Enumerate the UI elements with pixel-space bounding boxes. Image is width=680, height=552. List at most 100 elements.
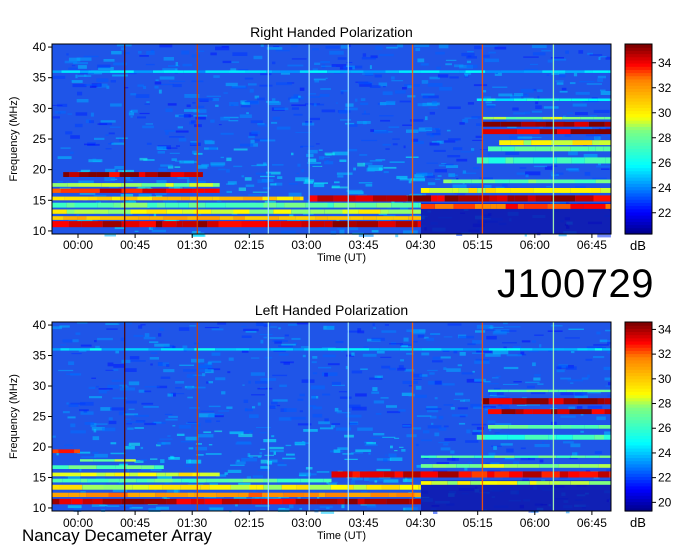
emission-band-segment	[557, 409, 570, 415]
emission-band-segment	[102, 221, 122, 228]
emission-band-segment	[327, 348, 347, 351]
emission-band-segment	[52, 348, 61, 351]
emission-band-segment	[548, 434, 557, 440]
emission-band-segment	[187, 492, 195, 497]
emission-band-segment	[176, 221, 183, 228]
emission-band-segment	[589, 481, 611, 485]
emission-band-segment	[605, 157, 611, 164]
y-tick-label: 15	[33, 193, 47, 207]
emission-band-segment	[436, 455, 453, 458]
emission-band-segment	[506, 348, 521, 351]
emission-band-segment	[600, 188, 611, 193]
emission-band-segment	[565, 70, 585, 73]
emission-band-segment	[494, 471, 509, 478]
emission-band-segment	[508, 425, 528, 429]
emission-band-segment	[512, 398, 527, 405]
emission-band-segment	[347, 492, 371, 497]
emission-band-segment	[346, 348, 370, 351]
emission-band-segment	[332, 221, 349, 228]
emission-band-segment	[435, 204, 454, 209]
emission-band-segment	[102, 498, 122, 505]
emission-band-segment	[551, 409, 558, 415]
emission-band-segment	[457, 481, 471, 485]
emission-band-segment	[136, 478, 147, 483]
emission-band-segment	[152, 196, 168, 201]
emission-band-segment	[369, 348, 380, 351]
emission-band-segment	[182, 221, 199, 228]
emission-band-segment	[243, 478, 263, 483]
emission-band-segment	[451, 179, 472, 184]
emission-band-segment	[273, 209, 292, 214]
emission-band-segment	[80, 459, 94, 462]
emission-band-segment	[551, 195, 575, 202]
emission-band-segment	[598, 464, 611, 468]
emission-band-segment	[315, 216, 328, 220]
emission-band-segment	[178, 202, 189, 208]
x-tick-label: 00:00	[63, 238, 93, 252]
emission-band-segment	[376, 202, 392, 208]
emission-band-segment	[379, 348, 400, 351]
emission-band-segment	[420, 464, 433, 468]
emission-band-segment	[249, 348, 271, 351]
emission-band-segment	[536, 179, 552, 184]
emission-band-segment	[441, 348, 464, 351]
emission-band-segment	[318, 492, 326, 497]
emission-band-segment	[488, 425, 509, 429]
emission-band-segment	[304, 348, 328, 351]
x-tick-label: 03:45	[348, 516, 378, 530]
emission-band-segment	[68, 221, 82, 228]
emission-band-segment	[68, 492, 80, 497]
emission-band-segment	[443, 179, 452, 184]
emission-band-segment	[453, 204, 476, 209]
emission-band-segment	[127, 492, 140, 497]
emission-band-segment	[535, 121, 546, 127]
emission-band-segment	[126, 478, 137, 483]
emission-band-segment	[225, 202, 248, 208]
emission-band-segment	[310, 209, 325, 214]
emission-band-segment	[398, 70, 421, 73]
emission-band-segment	[517, 481, 530, 485]
x-tick-label: 06:00	[520, 516, 550, 530]
emission-band-segment	[594, 434, 604, 440]
emission-band-segment	[176, 498, 191, 505]
emission-band-segment	[471, 179, 495, 184]
emission-band-segment	[507, 195, 515, 202]
emission-band-segment	[575, 195, 594, 202]
emission-band-segment	[420, 481, 432, 485]
emission-band-segment	[385, 70, 399, 73]
emission-band-segment	[482, 121, 501, 127]
emission-band-segment	[463, 348, 480, 351]
emission-band-segment	[219, 196, 244, 201]
emission-band-segment	[510, 140, 524, 146]
emission-band-segment	[221, 498, 240, 505]
emission-band-segment	[59, 484, 83, 490]
emission-band-segment	[278, 216, 296, 220]
emission-band-segment	[193, 209, 212, 214]
emission-band-segment	[556, 455, 571, 458]
emission-band-segment	[509, 471, 523, 478]
emission-band-segment	[437, 195, 445, 202]
emission-band-segment	[516, 116, 528, 120]
emission-band-segment	[97, 202, 114, 208]
emission-band-segment	[162, 484, 181, 490]
emission-band-segment	[550, 116, 563, 120]
emission-band-segment	[572, 140, 593, 146]
emission-band-segment	[554, 121, 564, 127]
emission-band-segment	[486, 98, 496, 101]
emission-band-segment	[388, 492, 397, 497]
emission-band-segment	[100, 216, 123, 220]
emission-band-segment	[162, 221, 177, 228]
emission-band-segment	[591, 188, 601, 193]
source-id-label: J100729	[497, 262, 654, 306]
emission-band-segment	[510, 188, 534, 193]
emission-band-segment	[570, 455, 586, 458]
emission-band-segment	[355, 195, 373, 202]
emission-band-segment	[86, 216, 100, 220]
emission-band-segment	[551, 179, 575, 184]
emission-band-segment	[243, 196, 263, 201]
emission-band-segment	[527, 116, 542, 120]
emission-band-segment	[52, 216, 64, 220]
emission-band-segment	[280, 221, 302, 228]
y-tick-label: 40	[33, 40, 47, 54]
emission-band-segment	[183, 348, 195, 351]
